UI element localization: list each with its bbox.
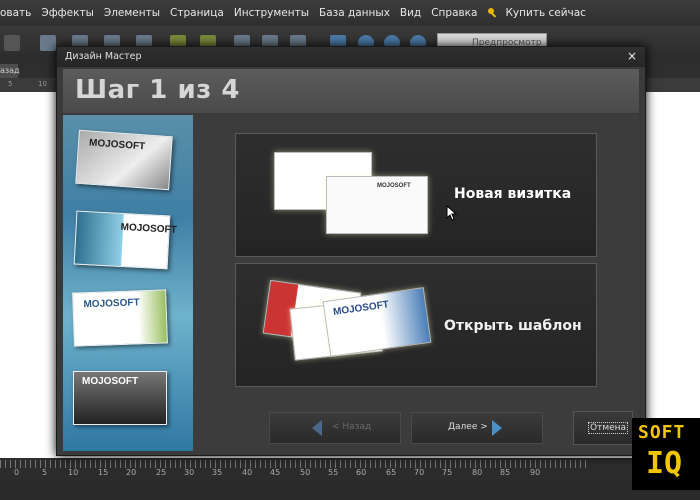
ruler-bottom-label: 30 — [184, 468, 195, 477]
ruler-bottom-label: 0 — [14, 468, 20, 477]
save-icon[interactable] — [40, 35, 56, 51]
cancel-button-label: Отмена — [588, 422, 629, 434]
card-brand: MOJOSOFT — [88, 137, 146, 153]
design-wizard-dialog: Дизайн Мастер × Шаг 1 из 4 MOJOSOFT MOJO… — [56, 46, 646, 456]
ruler-bottom-label: 25 — [156, 468, 167, 477]
menu-item-create[interactable]: овать — [0, 7, 31, 19]
card-brand: MOJOSOFT — [82, 376, 139, 387]
back-button-label: < Назад — [332, 422, 372, 432]
open-template-label: Открыть шаблон — [444, 318, 582, 334]
new-card-label: Новая визитка — [454, 186, 572, 202]
menu-item-effects[interactable]: Эффекты — [41, 7, 94, 19]
arrow-right-icon — [492, 420, 502, 436]
ruler-bottom: 0 5 10 15 20 25 30 35 40 45 50 55 60 65 … — [0, 458, 700, 480]
ruler-bottom-label: 20 — [126, 468, 137, 477]
ruler-bottom-label: 70 — [414, 468, 425, 477]
ruler-bottom-label: 75 — [442, 468, 453, 477]
ruler-top-label: 10 — [38, 80, 47, 88]
key-icon — [488, 8, 497, 18]
dialog-title: Дизайн Мастер — [65, 51, 142, 62]
menu-item-buy-now[interactable]: Купить сейчас — [505, 7, 585, 19]
menu-item-elements[interactable]: Элементы — [104, 7, 160, 19]
ruler-bottom-label: 10 — [68, 468, 79, 477]
open-template-option[interactable]: MOJOSOFT Открыть шаблон — [235, 263, 597, 387]
ruler-bottom-label: 85 — [500, 468, 511, 477]
ruler-bottom-label: 45 — [270, 468, 281, 477]
card-brand: MOJOSOFT — [377, 183, 411, 189]
ruler-bottom-label: 50 — [300, 468, 311, 477]
status-bar — [0, 480, 700, 500]
ruler-bottom-label: 90 — [530, 468, 541, 477]
open-icon[interactable] — [4, 35, 20, 51]
ruler-ticks — [0, 460, 590, 468]
menu-bar: овать Эффекты Элементы Страница Инструме… — [0, 0, 700, 26]
ruler-bottom-label: 40 — [242, 468, 253, 477]
wizard-header: Шаг 1 из 4 — [63, 69, 639, 113]
wizard-content: MOJOSOFT Новая визитка MOJOSOFT Открыть … — [193, 115, 639, 402]
card-brand: MOJOSOFT — [120, 221, 177, 236]
menu-item-view[interactable]: Вид — [400, 7, 421, 19]
ruler-bottom-label: 15 — [98, 468, 109, 477]
ruler-top-label: 5 — [8, 80, 13, 88]
menu-item-help[interactable]: Справка — [431, 7, 477, 19]
cancel-button[interactable]: Отмена — [573, 411, 633, 445]
ruler-bottom-label: 55 — [328, 468, 339, 477]
sample-card: MOJOSOFT — [75, 129, 173, 191]
ruler-bottom-label: 35 — [212, 468, 223, 477]
close-icon[interactable]: × — [627, 49, 637, 63]
card-brand: MOJOSOFT — [83, 297, 140, 311]
next-button[interactable]: Далее > — [411, 412, 543, 444]
ruler-bottom-label: 5 — [42, 468, 48, 477]
ruler-bottom-label: 60 — [356, 468, 367, 477]
sample-cards-panel: MOJOSOFT MOJOSOFT MOJOSOFT MOJOSOFT — [63, 115, 193, 451]
sample-card: MOJOSOFT — [72, 289, 168, 347]
dialog-title-bar: Дизайн Мастер × — [57, 47, 645, 67]
menu-item-page[interactable]: Страница — [170, 7, 224, 19]
softiq-watermark-logo: SOFT IQ — [632, 418, 700, 490]
sample-card: MOJOSOFT — [73, 210, 177, 270]
ruler-bottom-label: 65 — [386, 468, 397, 477]
next-button-label: Далее > — [448, 422, 488, 432]
new-card-option[interactable]: MOJOSOFT Новая визитка — [235, 133, 597, 257]
sample-card: MOJOSOFT — [73, 371, 167, 425]
menu-item-database[interactable]: База данных — [319, 7, 390, 19]
mouse-cursor-icon — [446, 205, 458, 221]
back-button[interactable]: < Назад — [269, 412, 401, 444]
back-tab[interactable]: азад — [0, 64, 20, 78]
menu-item-tools[interactable]: Инструменты — [234, 7, 309, 19]
arrow-left-icon — [312, 420, 322, 436]
step-indicator: Шаг 1 из 4 — [75, 75, 240, 105]
watermark-line2: IQ — [646, 446, 683, 481]
ruler-bottom-label: 80 — [472, 468, 483, 477]
card-brand: MOJOSOFT — [332, 299, 390, 318]
watermark-line1: SOFT — [638, 422, 686, 443]
sample-card-image: MOJOSOFT — [326, 176, 428, 234]
